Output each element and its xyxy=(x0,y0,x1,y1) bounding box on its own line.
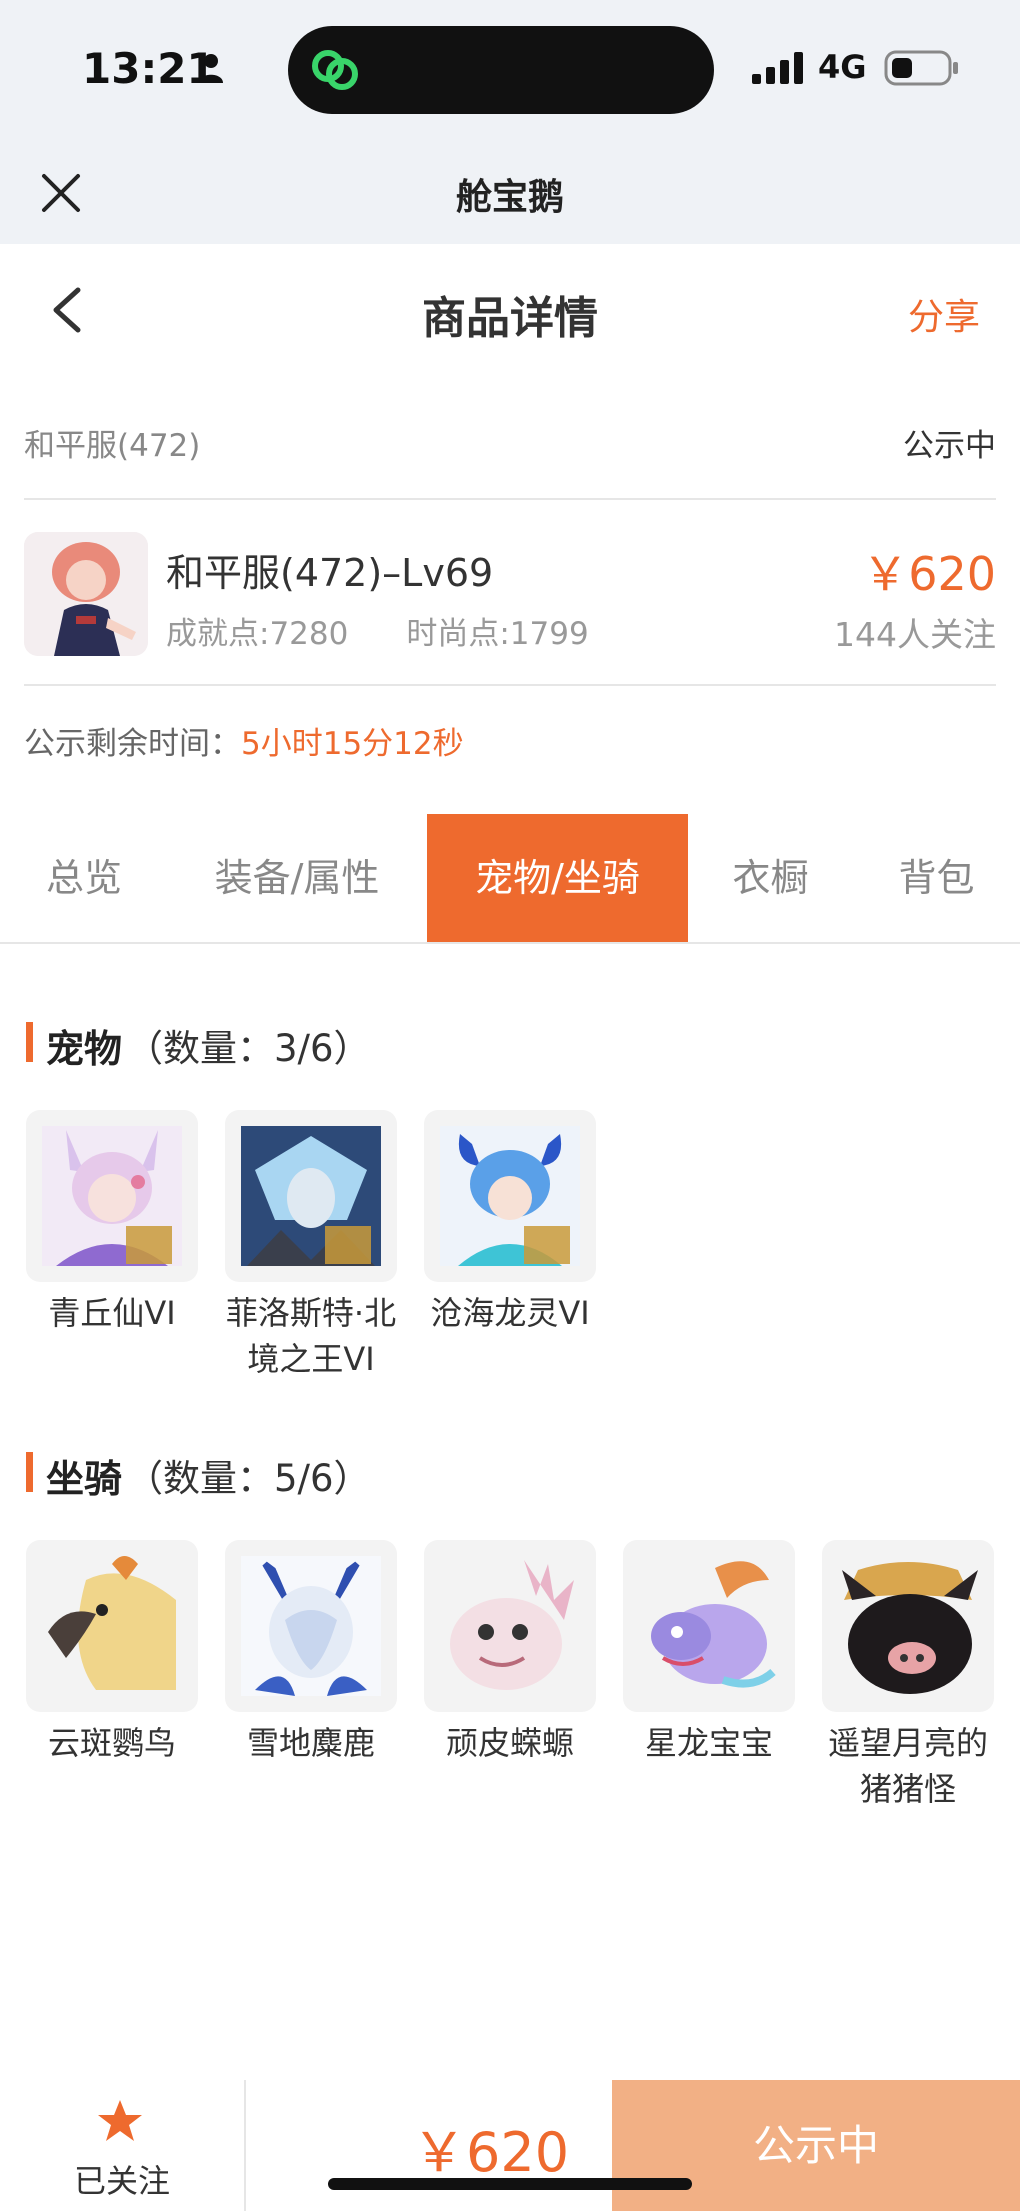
person-icon xyxy=(199,54,223,83)
app-logo-icon xyxy=(312,50,358,90)
tab-backpack[interactable]: 背包 xyxy=(853,814,1020,942)
mini-program-bar: 舱宝鹅 xyxy=(0,140,1020,244)
follower-count: 144人关注 xyxy=(834,615,996,654)
mount-name: 星龙宝宝 xyxy=(644,1724,773,1762)
tab-bar: 总览 装备/属性 宠物/坐骑 衣橱 背包 xyxy=(0,814,1020,944)
pet-item[interactable]: 青丘仙VI xyxy=(26,1110,198,1336)
app-title: 舱宝鹅 xyxy=(455,177,564,218)
status-bar: 13:21 4G xyxy=(0,0,1020,140)
mount-item[interactable]: 遥望月亮的猪猪怪 xyxy=(822,1540,994,1812)
server-row: 和平服(472) 公示中 xyxy=(24,404,996,500)
section-count: （数量：5/6） xyxy=(126,1457,371,1500)
mount-thumbnail xyxy=(822,1540,994,1712)
dynamic-island xyxy=(288,26,714,114)
mount-item[interactable]: 星龙宝宝 xyxy=(623,1540,795,1766)
pet-name: 青丘仙VI xyxy=(48,1294,176,1332)
status-cta-button[interactable]: 公示中 xyxy=(612,2080,1020,2211)
section-accent-bar xyxy=(26,1452,33,1492)
mount-thumbnail xyxy=(225,1540,397,1712)
signal-icon xyxy=(752,52,803,84)
listing-stats: 成就点:7280 时尚点:1799 xyxy=(166,608,589,653)
follow-button[interactable]: 已关注 xyxy=(0,2080,244,2211)
pet-name: 沧海龙灵VI xyxy=(430,1294,590,1332)
pet-thumbnail xyxy=(26,1110,198,1282)
network-type: 4G xyxy=(818,48,867,86)
section-accent-bar xyxy=(26,1022,33,1062)
bottom-action-bar: 已关注 ￥620 公示中 xyxy=(0,2080,1020,2211)
pet-item[interactable]: 沧海龙灵VI xyxy=(424,1110,596,1336)
page-title: 商品详情 xyxy=(422,293,598,344)
mount-thumbnail xyxy=(26,1540,198,1712)
mount-name: 遥望月亮的猪猪怪 xyxy=(827,1724,988,1808)
listing-price: ￥620 xyxy=(862,547,996,601)
tab-equipment[interactable]: 装备/属性 xyxy=(168,814,426,942)
status-badge: 公示中 xyxy=(903,428,996,464)
section-count: （数量：3/6） xyxy=(126,1027,371,1070)
bottom-price: ￥620 xyxy=(412,2121,570,2184)
mount-thumbnail xyxy=(623,1540,795,1712)
pet-name: 菲洛斯特·北境之王VI xyxy=(225,1294,397,1378)
tab-overview[interactable]: 总览 xyxy=(0,814,168,942)
mount-item[interactable]: 顽皮蝾螈 xyxy=(424,1540,596,1766)
status-time: 13:21 xyxy=(82,44,216,93)
star-icon xyxy=(98,2100,142,2141)
share-button[interactable]: 分享 xyxy=(908,288,980,340)
home-indicator xyxy=(328,2178,692,2190)
section-title: 宠物 xyxy=(46,1027,123,1071)
battery-icon xyxy=(884,50,958,86)
follow-label: 已关注 xyxy=(73,2162,170,2200)
countdown-value: 5小时15分12秒 xyxy=(241,726,464,762)
mount-item[interactable]: 云斑鹦鸟 xyxy=(26,1540,198,1766)
mount-name: 顽皮蝾螈 xyxy=(445,1724,574,1762)
mount-name: 云斑鹦鸟 xyxy=(47,1724,176,1762)
server-name: 和平服(472) xyxy=(24,428,201,464)
fashion-points: 时尚点:1799 xyxy=(406,616,589,652)
listing-summary[interactable]: 和平服(472)–Lv69 成就点:7280 时尚点:1799 ￥620 144人… xyxy=(24,502,996,686)
avatar xyxy=(24,532,148,656)
countdown: 公示剩余时间：5小时15分12秒 xyxy=(24,718,464,763)
divider xyxy=(244,2080,246,2211)
pet-thumbnail xyxy=(424,1110,596,1282)
pet-item[interactable]: 菲洛斯特·北境之王VI xyxy=(225,1110,397,1382)
listing-title: 和平服(472)–Lv69 xyxy=(166,551,494,595)
mount-item[interactable]: 雪地麋鹿 xyxy=(225,1540,397,1766)
mount-thumbnail xyxy=(424,1540,596,1712)
section-title: 坐骑 xyxy=(46,1457,123,1501)
tab-wardrobe[interactable]: 衣橱 xyxy=(688,814,853,942)
page-header: 商品详情 分享 xyxy=(0,244,1020,374)
pet-thumbnail xyxy=(225,1110,397,1282)
tab-pets-mounts[interactable]: 宠物/坐骑 xyxy=(427,814,688,942)
mount-name: 雪地麋鹿 xyxy=(246,1724,375,1762)
countdown-label: 公示剩余时间： xyxy=(24,726,241,762)
achievement-points: 成就点:7280 xyxy=(166,616,349,652)
